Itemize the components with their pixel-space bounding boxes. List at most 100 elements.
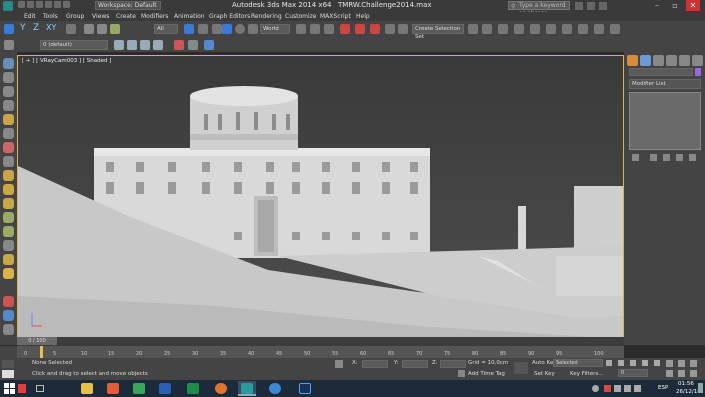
populate-icon[interactable] (3, 72, 14, 83)
space-warp-icon[interactable] (3, 142, 14, 153)
viewport-label[interactable]: [ + ] [ VRayCam003 ] [ Shaded ] (22, 58, 111, 64)
display-tab-icon[interactable] (679, 55, 690, 66)
zoom-icon[interactable] (666, 360, 673, 367)
menu-rendering[interactable]: Rendering (251, 13, 282, 20)
menu-maxscript[interactable]: MAXScript (320, 13, 351, 20)
light-icon[interactable] (3, 114, 14, 125)
tray-volume-icon[interactable] (624, 385, 631, 392)
clock-time[interactable]: 01:56 (678, 381, 694, 387)
tray-network-icon[interactable] (614, 385, 621, 392)
curve-editor-icon[interactable] (530, 24, 540, 34)
unlink-icon[interactable] (97, 24, 107, 34)
restrict-x-icon[interactable]: Y (20, 23, 26, 33)
infocenter-icon[interactable] (575, 2, 583, 10)
mini-curve-editor-icon[interactable] (0, 346, 17, 358)
angle-snap-icon[interactable] (355, 24, 365, 34)
sphere-icon[interactable] (3, 170, 14, 181)
scene-explorer-icon[interactable] (3, 86, 14, 97)
go-to-end-icon[interactable] (654, 360, 660, 366)
menu-edit[interactable]: Edit (24, 13, 36, 20)
torus-icon[interactable] (3, 226, 14, 237)
system-icon[interactable] (3, 324, 14, 335)
undo-icon[interactable] (45, 1, 52, 8)
tray-app-icon[interactable] (592, 385, 599, 392)
rendered-frame-window-icon[interactable] (594, 24, 604, 34)
key-mode-dropdown[interactable]: Selected (553, 359, 603, 367)
previous-frame-icon[interactable] (618, 360, 624, 366)
object-color-swatch[interactable] (695, 68, 701, 76)
field-of-view-icon[interactable] (666, 370, 673, 377)
zoom-extents-icon[interactable] (690, 360, 697, 367)
camera-viewport[interactable]: [ + ] [ VRayCam003 ] [ Shaded ] (17, 55, 624, 338)
menu-customize[interactable]: Customize (285, 13, 317, 20)
select-object-icon[interactable] (4, 24, 14, 34)
snaps-toggle-icon[interactable] (340, 24, 350, 34)
minimize-button[interactable]: – (650, 0, 664, 11)
select-manipulate-icon[interactable] (310, 24, 320, 34)
taskbar-firefox[interactable] (212, 381, 230, 396)
zoom-all-icon[interactable] (678, 360, 685, 367)
shape-icon[interactable] (3, 296, 14, 307)
menu-help[interactable]: Help (356, 13, 370, 20)
save-icon[interactable] (36, 1, 43, 8)
make-unique-icon[interactable] (663, 154, 670, 161)
selection-region-icon[interactable] (212, 24, 222, 34)
new-icon[interactable] (18, 1, 25, 8)
box-icon[interactable] (3, 184, 14, 195)
reference-coord-dropdown[interactable]: World (260, 24, 290, 34)
measure-icon[interactable] (188, 40, 198, 50)
tray-battery-icon[interactable] (634, 385, 641, 392)
select-and-move-icon[interactable] (222, 24, 232, 34)
selection-filter-dropdown[interactable]: All (154, 24, 178, 34)
select-in-layer-icon[interactable] (140, 40, 150, 50)
select-and-scale-icon[interactable] (248, 24, 258, 34)
restrict-z-icon[interactable]: Z (33, 23, 39, 33)
restrict-xy-icon[interactable]: XY (46, 23, 56, 32)
play-icon[interactable] (630, 360, 636, 366)
sun-icon[interactable] (3, 268, 14, 279)
taskbar-app-icon[interactable] (18, 384, 26, 393)
percent-snap-icon[interactable] (370, 24, 380, 34)
motion-tab-icon[interactable] (666, 55, 677, 66)
go-to-start-icon[interactable] (606, 360, 612, 366)
y-coord-input[interactable] (402, 360, 428, 368)
key-icon[interactable] (514, 362, 528, 374)
align-icon[interactable] (482, 24, 492, 34)
mirror-icon[interactable] (468, 24, 478, 34)
cone-icon[interactable] (3, 240, 14, 251)
modifier-stack[interactable] (629, 92, 701, 150)
select-by-name-icon[interactable] (198, 24, 208, 34)
named-selection-dropdown[interactable]: Create Selection Set (412, 24, 464, 40)
keyboard-shortcut-icon[interactable] (324, 24, 334, 34)
undo-icon[interactable] (66, 24, 76, 34)
time-slider[interactable]: 0 / 100 (17, 337, 57, 345)
language-indicator[interactable]: ESP (658, 385, 668, 391)
taskbar-3dsmax[interactable] (238, 381, 256, 396)
taskbar-explorer[interactable] (78, 381, 96, 396)
show-end-result-icon[interactable] (650, 154, 657, 161)
set-current-layer-icon[interactable] (153, 40, 163, 50)
favorites-icon[interactable] (587, 2, 595, 10)
layers-icon[interactable] (4, 40, 14, 50)
tray-antivirus-icon[interactable] (604, 385, 611, 392)
close-button[interactable]: ✕ (686, 0, 700, 11)
menu-create[interactable]: Create (116, 13, 136, 20)
graphite-toolbar-icon[interactable] (514, 24, 524, 34)
particle-icon[interactable] (3, 310, 14, 321)
render-setup-icon[interactable] (578, 24, 588, 34)
taskbar-edge[interactable] (266, 381, 284, 396)
key-filters-button[interactable]: Key Filters... (570, 371, 603, 377)
create-layer-icon[interactable] (114, 40, 124, 50)
array-icon[interactable] (204, 40, 214, 50)
edit-named-selection-icon[interactable] (398, 24, 408, 34)
cylinder-icon[interactable] (3, 198, 14, 209)
maximize-button[interactable]: ▫ (668, 0, 682, 11)
create-tab-icon[interactable] (627, 55, 638, 66)
layer-manager-icon[interactable] (498, 24, 508, 34)
workspace-dropdown[interactable]: Workspace: Default (95, 1, 161, 10)
z-coord-input[interactable] (440, 360, 466, 368)
app-logo-icon[interactable] (3, 1, 13, 11)
lock-selection-icon[interactable] (335, 360, 343, 368)
link-icon[interactable] (84, 24, 94, 34)
helper-icon[interactable] (3, 128, 14, 139)
